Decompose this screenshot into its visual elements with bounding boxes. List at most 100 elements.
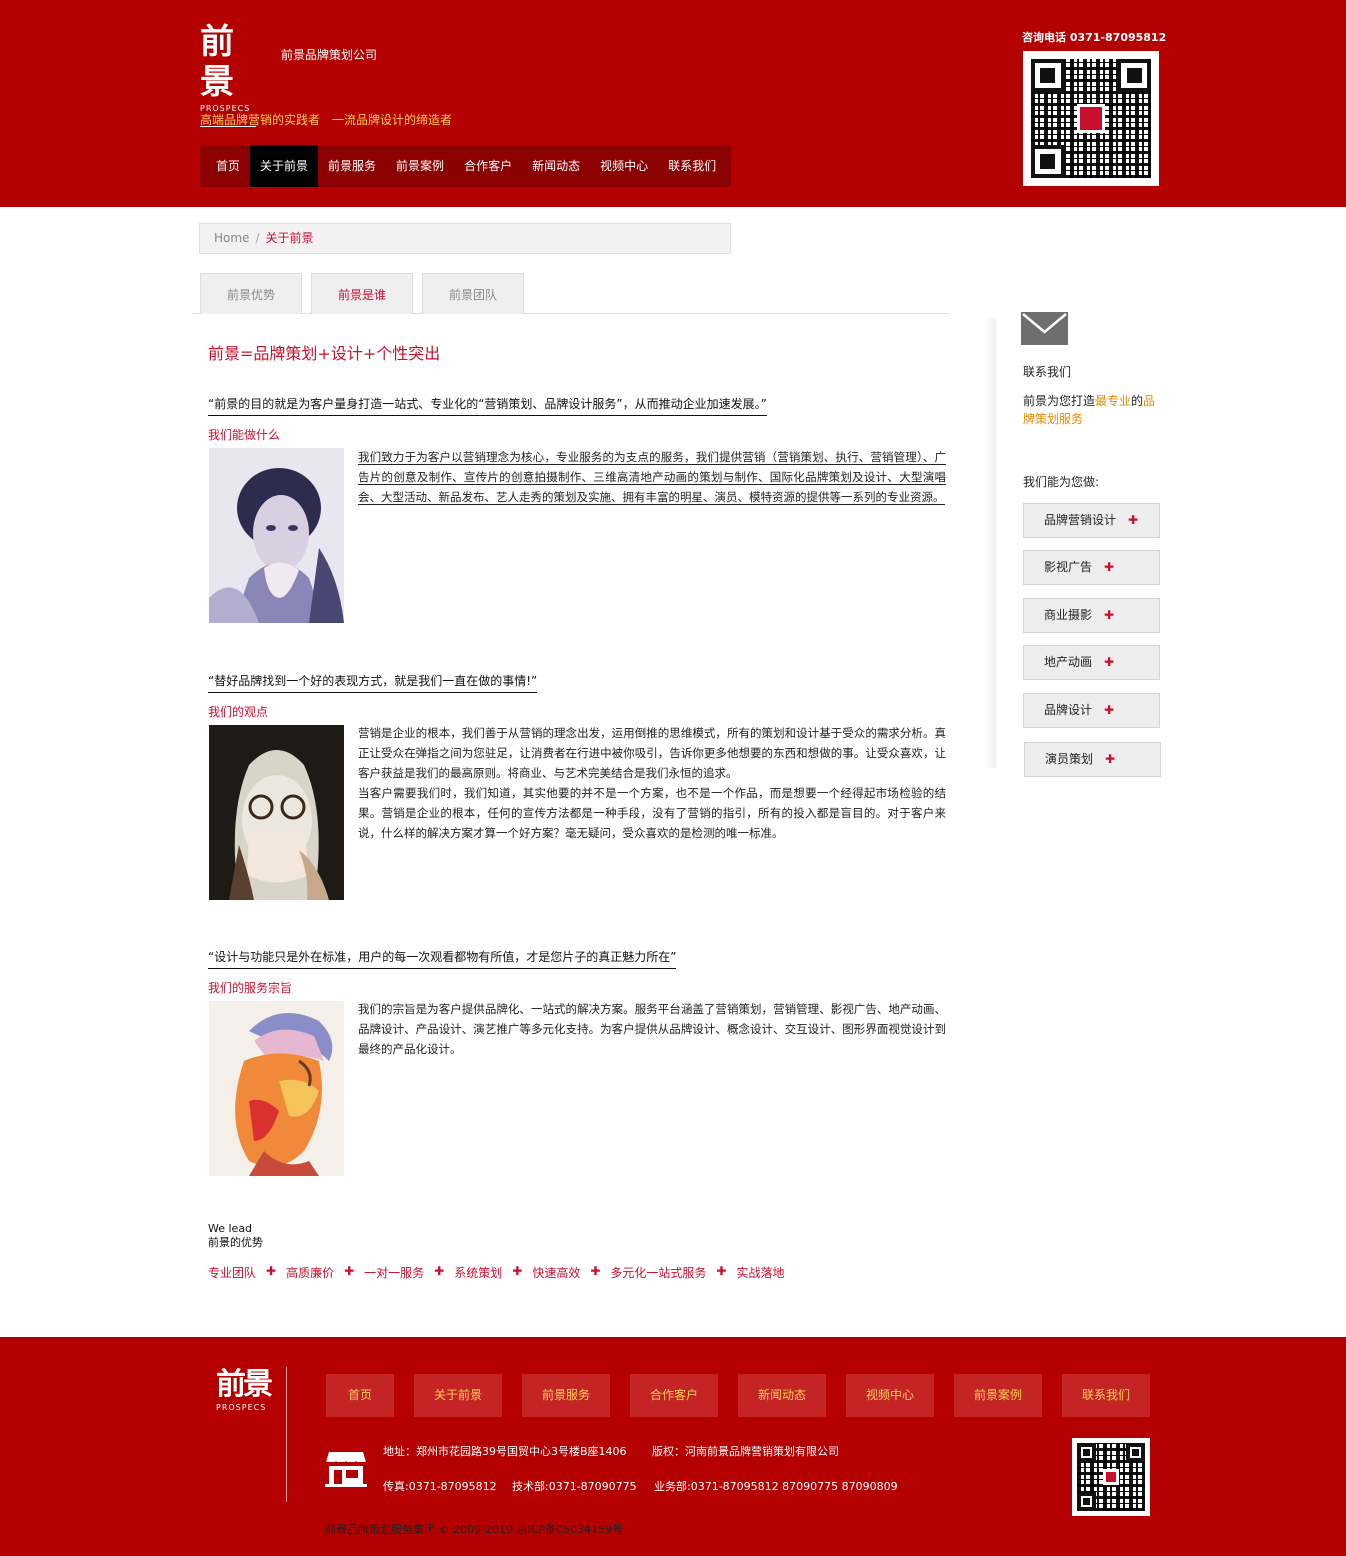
section-body-text-2: 当客户需要我们时，我们知道，其实他要的并不是一个方案，也不是一个作品，而是想要一… [358, 786, 946, 840]
sidebar-service-label: 地产动画 [1044, 655, 1093, 669]
sidebar-desc-a: 前景为您打造 [1023, 394, 1096, 408]
nav-contact[interactable]: 联系我们 [658, 145, 726, 187]
plus-icon: ✚ [1104, 560, 1115, 574]
advantage-item: 一对一服务 [364, 1266, 425, 1280]
footer-divider [286, 1367, 287, 1502]
footer-copyright-owner: 版权：河南前景品牌营销策划有限公司 [652, 1445, 839, 1458]
tab-who[interactable]: 前景是谁 [311, 273, 413, 314]
portrait-image-3 [209, 1001, 344, 1176]
breadcrumb-separator: / [255, 231, 260, 245]
breadcrumb-home[interactable]: Home [214, 231, 249, 245]
tab-advantages[interactable]: 前景优势 [200, 273, 302, 314]
mail-icon [1021, 312, 1068, 345]
footer-logo-subtitle: PROSPECS [216, 1403, 267, 1412]
section-quote-text: “前景的目的就是为客户量身打造一站式、专业化的“营销策划、品牌设计服务”，从而推… [208, 397, 767, 416]
plus-icon: ✚ [512, 1264, 523, 1278]
nav-services[interactable]: 前景服务 [318, 145, 386, 187]
tabs-divider [192, 313, 950, 314]
footer-address: 地址：郑州市花园路39号国贸中心3号楼B座1406 [383, 1445, 627, 1458]
portrait-image-1 [209, 448, 344, 623]
plus-icon: ✚ [716, 1264, 727, 1278]
advantages-title: 前景的优势 [208, 1236, 263, 1249]
nav-home[interactable]: 首页 [200, 145, 250, 187]
section-body: 我们的宗旨是为客户提供品牌化、一站式的解决方案。服务平台涵盖了营销策划，营销管理… [358, 999, 946, 1059]
advantage-item: 专业团队 [208, 1266, 257, 1280]
nav-news[interactable]: 新闻动态 [522, 145, 590, 187]
sidebar-service-label: 品牌营销设计 [1044, 513, 1117, 527]
breadcrumb-current: 关于前景 [265, 231, 314, 245]
advantage-item: 多元化一站式服务 [610, 1266, 707, 1280]
advantage-item: 快速高效 [532, 1266, 581, 1280]
plus-icon: ✚ [1104, 703, 1115, 717]
sidebar-contact-title: 联系我们 [1023, 365, 1072, 379]
footer-logo-glyph: 前景 [216, 1367, 273, 1402]
plus-icon: ✚ [266, 1264, 277, 1278]
welead-text: We lead [208, 1222, 253, 1235]
footer-nav-video[interactable]: 视频中心 [846, 1374, 934, 1417]
footer-logo[interactable]: 前景 PROSPECS [216, 1367, 273, 1412]
plus-icon: ✚ [590, 1264, 601, 1278]
sidebar-service-button[interactable]: 地产动画 ✚ [1023, 645, 1160, 680]
section-label: 我们的观点 [208, 705, 269, 719]
qr-code-image [1031, 59, 1151, 178]
portrait-image-2 [209, 725, 344, 900]
advantages-heading: We lead 前景的优势 [208, 1222, 263, 1250]
section-quote-text: “设计与功能只是外在标准，用户的每一次观看都物有所值，才是您片子的真正魅力所在” [208, 950, 677, 969]
section-quote-text: “替好品牌找到一个好的表现方式，就是我们一直在做的事情!” [208, 674, 538, 693]
section-body: 我们致力于为客户以营销理念为核心，专业服务的为支点的服务，我们提供营销（营销策划… [358, 447, 946, 507]
advantage-item: 高质廉价 [286, 1266, 335, 1280]
sidebar-service-button[interactable]: 商业摄影 ✚ [1023, 598, 1160, 633]
footer-nav-news[interactable]: 新闻动态 [738, 1374, 826, 1417]
sidebar-services-title: 我们能为您做: [1023, 475, 1100, 489]
footer-nav-home[interactable]: 首页 [326, 1374, 394, 1417]
tab-team[interactable]: 前景团队 [422, 273, 524, 314]
logo-glyph: 前景 [200, 22, 234, 102]
nav-video[interactable]: 视频中心 [590, 145, 658, 187]
plus-icon: ✚ [434, 1264, 445, 1278]
sidebar-desc-b: 最专业 [1095, 394, 1132, 408]
nav-cases[interactable]: 前景案例 [386, 145, 454, 187]
footer-nav-cases[interactable]: 前景案例 [954, 1374, 1042, 1417]
section-label: 我们能做什么 [208, 428, 281, 442]
footer-business-phone: 业务部:0371-87095812 87090775 87090809 [654, 1480, 898, 1493]
advantages-list: 专业团队 ✚ 高质廉价 ✚ 一对一服务 ✚ 系统策划 ✚ 快速高效 ✚ 多元化一站式服务 ✚… [208, 1264, 784, 1281]
sidebar-service-button[interactable]: 品牌营销设计 ✚ [1023, 503, 1160, 538]
section-quote: “替好品牌找到一个好的表现方式，就是我们一直在做的事情!” [208, 672, 538, 693]
sidebar-service-label: 演员策划 [1045, 752, 1094, 766]
sidebar-service-button[interactable]: 品牌设计 ✚ [1023, 693, 1160, 728]
advantage-item: 系统策划 [454, 1266, 503, 1280]
sidebar-desc-c: 的 [1131, 394, 1144, 408]
sidebar-service-button[interactable]: 演员策划 ✚ [1024, 742, 1161, 777]
nav-clients[interactable]: 合作客户 [454, 145, 522, 187]
site-logo[interactable]: 前景 PROSPECS [200, 22, 256, 127]
section-quote: “设计与功能只是外在标准，用户的每一次观看都物有所值，才是您片子的真正魅力所在” [208, 948, 677, 969]
footer-copyright: 前景品牌策划服务集团 © 2009-2019 京ICP备05034759号 [325, 1523, 623, 1536]
footer-qr-code [1072, 1438, 1150, 1516]
slogan: 高端品牌营销的实践者 一流品牌设计的缔造者 [200, 113, 453, 127]
footer-tech-phone: 技术部:0371-87090775 [512, 1480, 637, 1493]
footer-nav-about[interactable]: 关于前景 [414, 1374, 502, 1417]
plus-icon: ✚ [1128, 513, 1139, 527]
footer-nav-clients[interactable]: 合作客户 [630, 1374, 718, 1417]
site-footer: 前景 PROSPECS 首页 关于前景 前景服务 合作客户 新闻动态 视频中心 … [0, 1337, 1346, 1556]
section-quote: “前景的目的就是为客户量身打造一站式、专业化的“营销策划、品牌设计服务”，从而推… [208, 395, 767, 416]
plus-icon: ✚ [1104, 655, 1115, 669]
store-icon [325, 1450, 367, 1488]
sidebar-shadow [984, 318, 996, 768]
section-label: 我们的服务宗旨 [208, 981, 293, 995]
footer-fax: 传真:0371-87095812 [383, 1480, 497, 1493]
footer-nav-contact[interactable]: 联系我们 [1062, 1374, 1150, 1417]
nav-about[interactable]: 关于前景 [250, 145, 319, 187]
sidebar-service-label: 品牌设计 [1044, 703, 1093, 717]
main-nav: 首页 关于前景 前景服务 前景案例 合作客户 新闻动态 视频中心 联系我们 [200, 145, 731, 187]
section-body-text: 我们的宗旨是为客户提供品牌化、一站式的解决方案。服务平台涵盖了营销策划，营销管理… [358, 1002, 946, 1056]
plus-icon: ✚ [1104, 608, 1115, 622]
plus-icon: ✚ [344, 1264, 355, 1278]
footer-nav-services[interactable]: 前景服务 [522, 1374, 610, 1417]
company-name: 前景品牌策划公司 [281, 48, 378, 62]
section-body-text: 我们致力于为客户以营销理念为核心，专业服务的为支点的服务，我们提供营销（营销策划… [358, 450, 946, 505]
breadcrumb: Home / 关于前景 [199, 223, 731, 254]
section-body-text: 营销是企业的根本，我们善于从营销的理念出发，运用倒推的思维模式，所有的策划和设计… [358, 726, 946, 780]
hotline: 咨询电话 0371-87095812 [1022, 31, 1167, 44]
sidebar-service-button[interactable]: 影视广告 ✚ [1023, 550, 1160, 585]
